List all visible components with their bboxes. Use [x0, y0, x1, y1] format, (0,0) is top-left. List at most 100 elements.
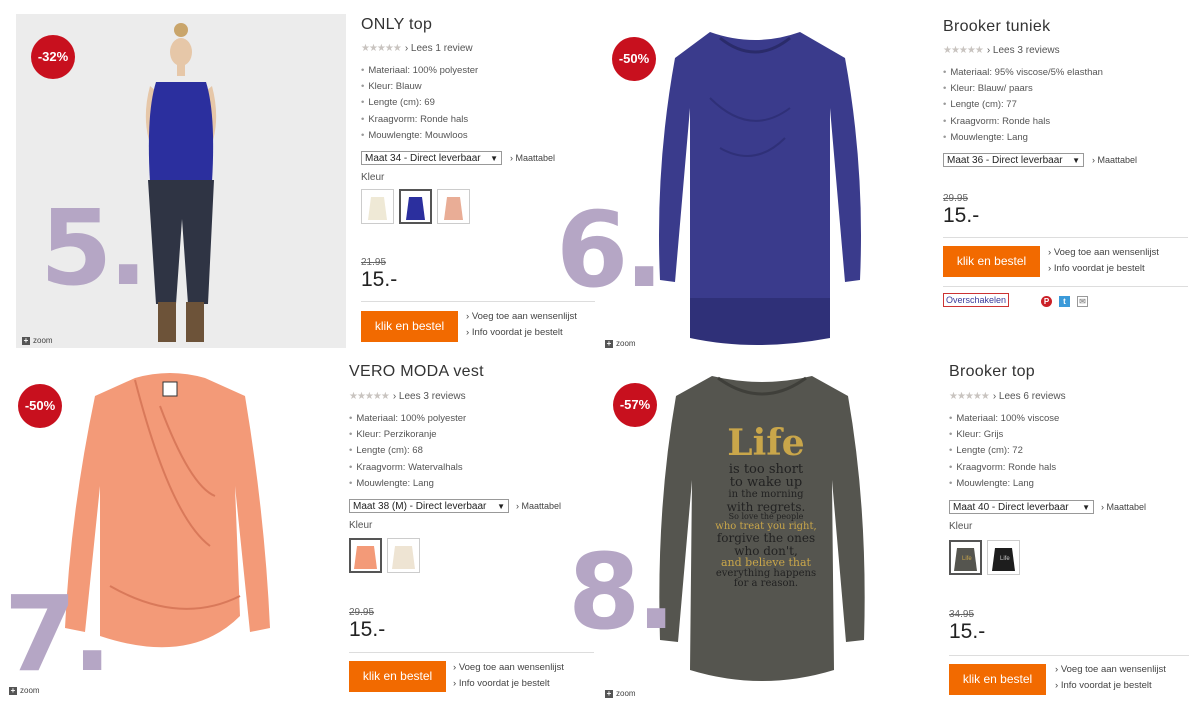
product-5-review[interactable]: ★★★★★ › Lees 1 review	[361, 43, 473, 54]
spec-item: Materiaal: 95% viscose/5% elasthan	[943, 65, 1103, 81]
star-rating-icon: ★★★★★	[949, 391, 990, 402]
star-rating-icon: ★★★★★	[361, 43, 402, 54]
product-6-links: Voeg toe aan wensenlijst Info voordat je…	[1048, 245, 1159, 277]
divider	[349, 652, 594, 653]
chevron-down-icon: ▼	[1082, 502, 1090, 512]
product-5-zoom[interactable]: + zoom	[22, 336, 53, 345]
divider	[949, 655, 1189, 656]
product-5-discount-badge: -32%	[31, 35, 75, 79]
product-7-title[interactable]: VERO MODA vest	[349, 363, 484, 381]
product-5-swatch-cream[interactable]	[361, 189, 394, 224]
star-rating-icon: ★★★★★	[349, 391, 390, 402]
divider	[943, 237, 1188, 238]
product-6-maattabel-link[interactable]: › Maattabel	[1092, 155, 1137, 165]
spec-item: Kraagvorm: Ronde hals	[361, 112, 478, 128]
pinterest-icon[interactable]: P	[1041, 296, 1052, 307]
product-7-specs: Materiaal: 100% polyester Kleur: Perziko…	[349, 411, 466, 492]
wishlist-link[interactable]: Voeg toe aan wensenlijst	[1048, 245, 1159, 261]
spec-item: Mouwlengte: Lang	[949, 476, 1059, 492]
product-7-review[interactable]: ★★★★★ › Lees 3 reviews	[349, 391, 466, 402]
product-5-specs: Materiaal: 100% polyester Kleur: Blauw L…	[361, 63, 478, 144]
product-5-old-price: 21.95	[361, 257, 387, 268]
wishlist-link[interactable]: Voeg toe aan wensenlijst	[466, 309, 577, 325]
star-rating-icon: ★★★★★	[943, 45, 984, 56]
product-8-zoom[interactable]: + zoom	[605, 689, 636, 698]
product-8-specs: Materiaal: 100% viscose Kleur: Grijs Len…	[949, 411, 1059, 492]
product-8-price: 15.-	[949, 620, 986, 643]
twitter-icon[interactable]: t	[1059, 296, 1070, 307]
product-5-maattabel-link[interactable]: › Maattabel	[510, 153, 555, 163]
chevron-down-icon: ▼	[1072, 155, 1080, 165]
product-8-size-select[interactable]: Maat 40 - Direct leverbaar ▼	[949, 500, 1094, 514]
print-line: is too short	[728, 461, 804, 477]
product-5-swatch-peach[interactable]	[437, 189, 470, 224]
product-6-zoom[interactable]: + zoom	[605, 339, 636, 348]
info-link[interactable]: Info voordat je bestelt	[1048, 261, 1159, 277]
print-line: for a reason.	[733, 578, 799, 590]
print-line: in the morning	[728, 489, 804, 501]
product-6-overschakelen-button[interactable]: Overschakelen	[943, 293, 1010, 307]
product-8-maattabel-link[interactable]: › Maattabel	[1101, 502, 1146, 512]
product-5-title[interactable]: ONLY top	[361, 16, 432, 34]
product-8-discount-badge: -57%	[613, 383, 657, 427]
product-8-links: Voeg toe aan wensenlijst Info voordat je…	[1055, 662, 1166, 694]
zoom-icon: +	[9, 685, 17, 695]
product-6-number: 6.	[556, 189, 664, 311]
spec-item: Mouwlengte: Mouwloos	[361, 128, 478, 144]
product-8-title[interactable]: Brooker top	[949, 363, 1035, 381]
product-8-swatch-black[interactable]: Life	[987, 540, 1020, 575]
spec-item: Materiaal: 100% polyester	[349, 411, 466, 427]
product-5-size-select[interactable]: Maat 34 - Direct leverbaar ▼	[361, 151, 502, 165]
product-6-old-price: 29.95	[943, 193, 969, 204]
product-5-number: 5.	[40, 187, 148, 309]
product-5-swatch-blue[interactable]	[399, 189, 432, 224]
divider	[943, 286, 1188, 287]
mail-icon[interactable]: ✉	[1077, 296, 1088, 307]
product-6-discount-badge: -50%	[612, 37, 656, 81]
spec-item: Mouwlengte: Lang	[943, 130, 1103, 146]
info-link[interactable]: Info voordat je bestelt	[1055, 678, 1166, 694]
spec-item: Materiaal: 100% polyester	[361, 63, 478, 79]
zoom-icon: +	[605, 688, 613, 698]
spec-item: Kraagvorm: Ronde hals	[949, 460, 1059, 476]
product-6-title[interactable]: Brooker tuniek	[943, 18, 1050, 36]
product-8-swatch-grey[interactable]: Life	[949, 540, 982, 575]
info-link[interactable]: Info voordat je bestelt	[453, 676, 564, 692]
chevron-down-icon: ▼	[497, 501, 505, 511]
spec-item: Kleur: Blauw/ paars	[943, 81, 1103, 97]
svg-text:Life: Life	[1000, 556, 1010, 562]
spec-item: Materiaal: 100% viscose	[949, 411, 1059, 427]
product-6-size-select[interactable]: Maat 36 - Direct leverbaar ▼	[943, 153, 1084, 167]
wishlist-link[interactable]: Voeg toe aan wensenlijst	[1055, 662, 1166, 678]
product-7-swatch-cream[interactable]	[387, 538, 420, 573]
product-6-review[interactable]: ★★★★★ › Lees 3 reviews	[943, 45, 1060, 56]
product-5-kleur-label: Kleur	[361, 172, 385, 183]
product-7-number: 7.	[4, 573, 112, 695]
product-8-order-button[interactable]: klik en bestel	[949, 664, 1046, 695]
spec-item: Kleur: Grijs	[949, 427, 1059, 443]
spec-item: Lengte (cm): 68	[349, 443, 466, 459]
zoom-icon: +	[605, 338, 613, 348]
spec-item: Kraagvorm: Ronde hals	[943, 114, 1103, 130]
product-6-garment-image	[659, 32, 861, 345]
product-8-review[interactable]: ★★★★★ › Lees 6 reviews	[949, 391, 1066, 402]
wishlist-link[interactable]: Voeg toe aan wensenlijst	[453, 660, 564, 676]
product-7-size-select[interactable]: Maat 38 (M) - Direct leverbaar ▼	[349, 499, 509, 513]
product-7-maattabel-link[interactable]: › Maattabel	[516, 501, 561, 511]
product-7-swatch-peach[interactable]	[349, 538, 382, 573]
product-6-photo[interactable]	[640, 18, 870, 350]
product-6-price: 15.-	[943, 204, 980, 227]
product-6-order-button[interactable]: klik en bestel	[943, 246, 1040, 277]
spec-item: Kraagvorm: Watervalhals	[349, 460, 466, 476]
product-7-zoom[interactable]: + zoom	[9, 686, 40, 695]
print-line: to wake up	[729, 475, 803, 491]
product-5-order-button[interactable]: klik en bestel	[361, 311, 458, 342]
product-7-order-button[interactable]: klik en bestel	[349, 661, 446, 692]
print-line: Life	[727, 422, 805, 464]
product-8-old-price: 34.95	[949, 609, 975, 620]
info-link[interactable]: Info voordat je bestelt	[466, 325, 577, 341]
product-7-links: Voeg toe aan wensenlijst Info voordat je…	[453, 660, 564, 692]
product-6-specs: Materiaal: 95% viscose/5% elasthan Kleur…	[943, 65, 1103, 146]
spec-item: Lengte (cm): 69	[361, 95, 478, 111]
product-8-print: Life is too short to wake up in the morn…	[706, 422, 826, 590]
